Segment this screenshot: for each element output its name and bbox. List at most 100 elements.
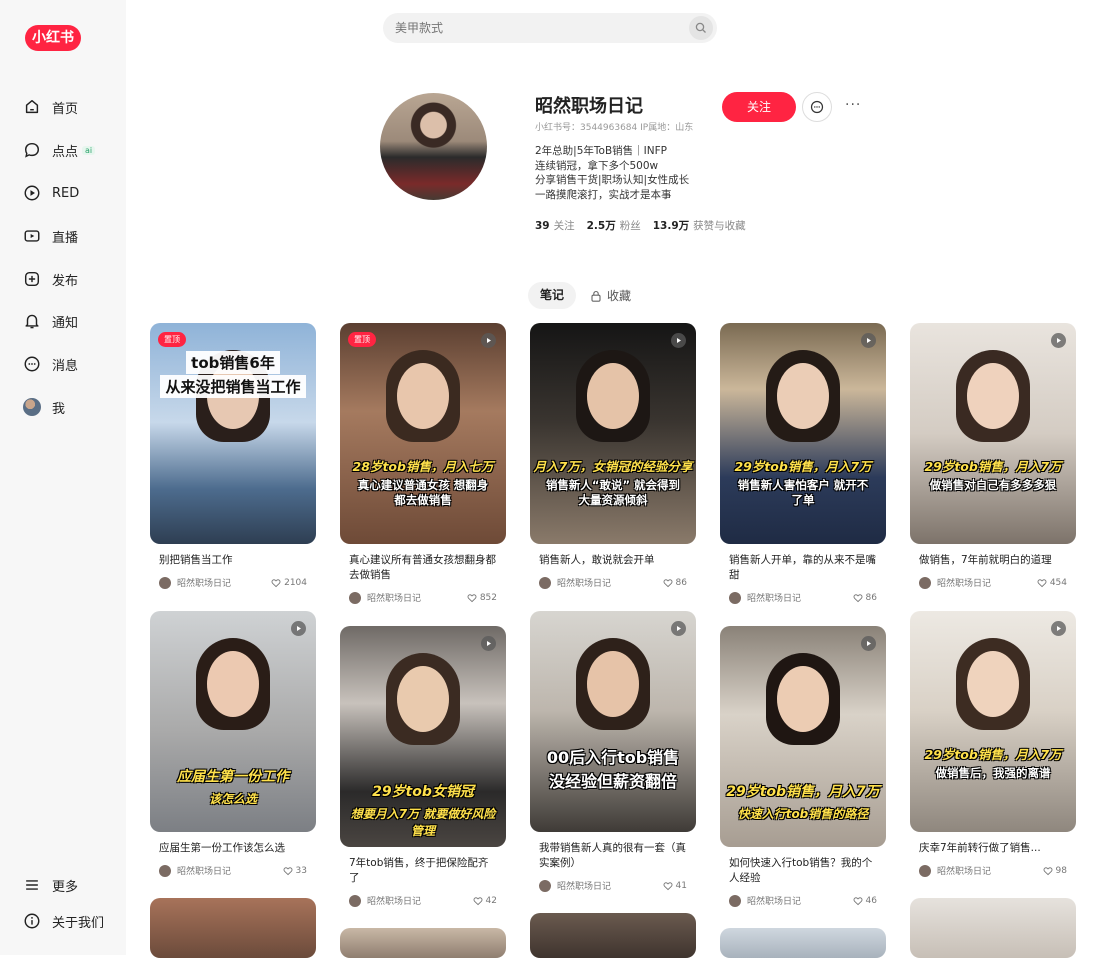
note-title[interactable]: 真心建议所有普通女孩想翻身都去做销售 xyxy=(340,553,506,583)
card-partial[interactable] xyxy=(340,928,506,958)
stat-following[interactable]: 39 关注 xyxy=(535,218,575,233)
like-count[interactable]: 852 xyxy=(467,593,497,603)
note-cover[interactable]: 置顶 tob销售6年 从来没把销售当工作 xyxy=(150,323,316,544)
like-count[interactable]: 2104 xyxy=(271,578,307,588)
like-count[interactable]: 42 xyxy=(473,896,497,906)
more-options-icon[interactable]: ··· xyxy=(845,97,861,113)
xiaohongshu-logo[interactable]: 小红书 xyxy=(25,25,81,51)
note-card[interactable]: 29岁tob女销冠 想要月入7万 就要做好风险管理 7年tob销售，终于把保险配… xyxy=(340,626,506,907)
like-count[interactable]: 86 xyxy=(663,578,687,588)
note-title[interactable]: 如何快速入行tob销售？我的个人经验 xyxy=(720,856,886,886)
card-partial[interactable] xyxy=(530,913,696,958)
note-cover[interactable]: 应届生第一份工作 该怎么选 xyxy=(150,611,316,832)
author-avatar[interactable] xyxy=(729,591,741,604)
cover-person-face xyxy=(397,666,449,732)
author-avatar[interactable] xyxy=(919,864,931,877)
author-avatar[interactable] xyxy=(349,894,361,907)
author-avatar[interactable] xyxy=(729,894,741,907)
author-name[interactable]: 昭然职场日记 xyxy=(367,894,421,907)
sidebar-item-more[interactable]: 更多 xyxy=(22,870,78,900)
author-name[interactable]: 昭然职场日记 xyxy=(177,576,231,589)
like-number: 33 xyxy=(295,865,307,876)
tab-notes[interactable]: 笔记 xyxy=(528,282,576,309)
pinned-badge: 置顶 xyxy=(348,332,376,347)
note-title[interactable]: 应届生第一份工作该怎么选 xyxy=(150,841,316,856)
note-card[interactable]: 29岁tob销售，月入7万 快速入行tob销售的路径 如何快速入行tob销售？我… xyxy=(720,626,886,907)
note-card[interactable]: 置顶 tob销售6年 从来没把销售当工作 别把销售当工作 昭然职场日记 2104 xyxy=(150,323,316,589)
note-card[interactable]: 月入7万，女销冠的经验分享 销售新人“敢说” 就会得到大量资源倾斜 销售新人，敢… xyxy=(530,323,696,589)
sidebar-item-home[interactable]: 首页 xyxy=(22,92,78,122)
note-card[interactable]: 29岁tob销售，月入7万 做销售对自己有多多多狠 做销售，7年前就明白的道理 … xyxy=(910,323,1076,589)
note-card[interactable]: 应届生第一份工作 该怎么选 应届生第一份工作该怎么选 昭然职场日记 33 xyxy=(150,611,316,877)
note-title[interactable]: 我带销售新人真的很有一套（真实案例） xyxy=(530,841,696,871)
author-avatar[interactable] xyxy=(539,879,551,892)
author-avatar[interactable] xyxy=(919,576,931,589)
note-cover[interactable]: 29岁tob销售，月入7万 做销售对自己有多多多狠 xyxy=(910,323,1076,544)
search-input[interactable] xyxy=(383,13,717,43)
author-name[interactable]: 昭然职场日记 xyxy=(557,879,611,892)
note-card[interactable]: 29岁tob销售，月入7万 销售新人害怕客户 就开不了单 销售新人开单，靠的从来… xyxy=(720,323,886,604)
sidebar-item-label: 通知 xyxy=(52,315,79,331)
like-count[interactable]: 46 xyxy=(853,896,877,906)
stat-label: 获赞与收藏 xyxy=(693,220,746,232)
note-card[interactable]: 00后入行tob销售 没经验但薪资翻倍 我带销售新人真的很有一套（真实案例） 昭… xyxy=(530,611,696,892)
like-count[interactable]: 33 xyxy=(283,866,307,876)
card-partial[interactable] xyxy=(720,928,886,958)
stat-followers[interactable]: 2.5万 粉丝 xyxy=(587,218,641,233)
note-cover[interactable]: 置顶 28岁tob销售，月入七万 真心建议普通女孩 想翻身都去做销售 xyxy=(340,323,506,544)
note-cover[interactable]: 29岁tob销售，月入7万 快速入行tob销售的路径 xyxy=(720,626,886,847)
bio-line: 一路摸爬滚打，实战才是本事 xyxy=(535,188,672,201)
author-avatar[interactable] xyxy=(159,576,171,589)
note-meta: 昭然职场日记 41 xyxy=(530,879,696,892)
sidebar-item-messages[interactable]: 消息 xyxy=(22,349,78,379)
note-title[interactable]: 做销售，7年前就明白的道理 xyxy=(910,553,1076,568)
note-title[interactable]: 7年tob销售，终于把保险配齐了 xyxy=(340,856,506,886)
author-name[interactable]: 昭然职场日记 xyxy=(747,894,801,907)
note-cover[interactable]: 29岁tob女销冠 想要月入7万 就要做好风险管理 xyxy=(340,626,506,847)
author-name[interactable]: 昭然职场日记 xyxy=(367,591,421,604)
note-card[interactable]: 29岁tob销售，月入7万 做销售后，我强的离谱 庆幸7年前转行做了销售... … xyxy=(910,611,1076,877)
note-cover[interactable]: 29岁tob销售，月入7万 做销售后，我强的离谱 xyxy=(910,611,1076,832)
author-avatar[interactable] xyxy=(539,576,551,589)
sidebar-item-notifications[interactable]: 通知 xyxy=(22,306,78,336)
sidebar-item-diandian[interactable]: 点点 ai xyxy=(22,135,96,165)
card-partial[interactable] xyxy=(910,898,1076,958)
sidebar-item-label: 直播 xyxy=(52,230,79,246)
note-cover[interactable]: 00后入行tob销售 没经验但薪资翻倍 xyxy=(530,611,696,832)
tab-favorites[interactable]: 收藏 xyxy=(590,282,631,309)
note-title[interactable]: 销售新人，敢说就会开单 xyxy=(530,553,696,568)
author-name[interactable]: 昭然职场日记 xyxy=(747,591,801,604)
sidebar-item-about[interactable]: 关于我们 xyxy=(22,906,104,936)
bio-line: 连续销冠，拿下多个500w xyxy=(535,159,659,172)
sidebar-item-live[interactable]: 直播 xyxy=(22,221,78,251)
author-name[interactable]: 昭然职场日记 xyxy=(557,576,611,589)
author-name[interactable]: 昭然职场日记 xyxy=(937,864,991,877)
note-cover[interactable]: 月入7万，女销冠的经验分享 销售新人“敢说” 就会得到大量资源倾斜 xyxy=(530,323,696,544)
sidebar-item-label: 首页 xyxy=(52,101,79,117)
author-avatar[interactable] xyxy=(159,864,171,877)
like-count[interactable]: 86 xyxy=(853,593,877,603)
note-cover[interactable]: 29岁tob销售，月入7万 销售新人害怕客户 就开不了单 xyxy=(720,323,886,544)
author-name[interactable]: 昭然职场日记 xyxy=(937,576,991,589)
video-play-icon xyxy=(481,636,496,651)
stat-likes[interactable]: 13.9万 获赞与收藏 xyxy=(653,218,746,233)
pinned-badge: 置顶 xyxy=(158,332,186,347)
note-card[interactable]: 置顶 28岁tob销售，月入七万 真心建议普通女孩 想翻身都去做销售 真心建议所有… xyxy=(340,323,506,604)
follow-button[interactable]: 关注 xyxy=(722,92,796,122)
sidebar-item-me[interactable]: 我 xyxy=(22,392,65,422)
like-count[interactable]: 41 xyxy=(663,881,687,891)
card-partial[interactable] xyxy=(150,898,316,958)
sidebar-item-publish[interactable]: 发布 xyxy=(22,264,78,294)
sidebar-item-red[interactable]: RED xyxy=(22,178,79,208)
like-count[interactable]: 98 xyxy=(1043,866,1067,876)
plus-square-icon xyxy=(22,269,42,289)
note-title[interactable]: 别把销售当工作 xyxy=(150,553,316,568)
note-title[interactable]: 庆幸7年前转行做了销售... xyxy=(910,841,1076,856)
message-button[interactable] xyxy=(802,92,832,122)
search-button[interactable] xyxy=(689,16,713,40)
author-name[interactable]: 昭然职场日记 xyxy=(177,864,231,877)
author-avatar[interactable] xyxy=(349,591,361,604)
like-number: 42 xyxy=(485,895,497,906)
note-title[interactable]: 销售新人开单，靠的从来不是嘴甜 xyxy=(720,553,886,583)
like-count[interactable]: 454 xyxy=(1037,578,1067,588)
